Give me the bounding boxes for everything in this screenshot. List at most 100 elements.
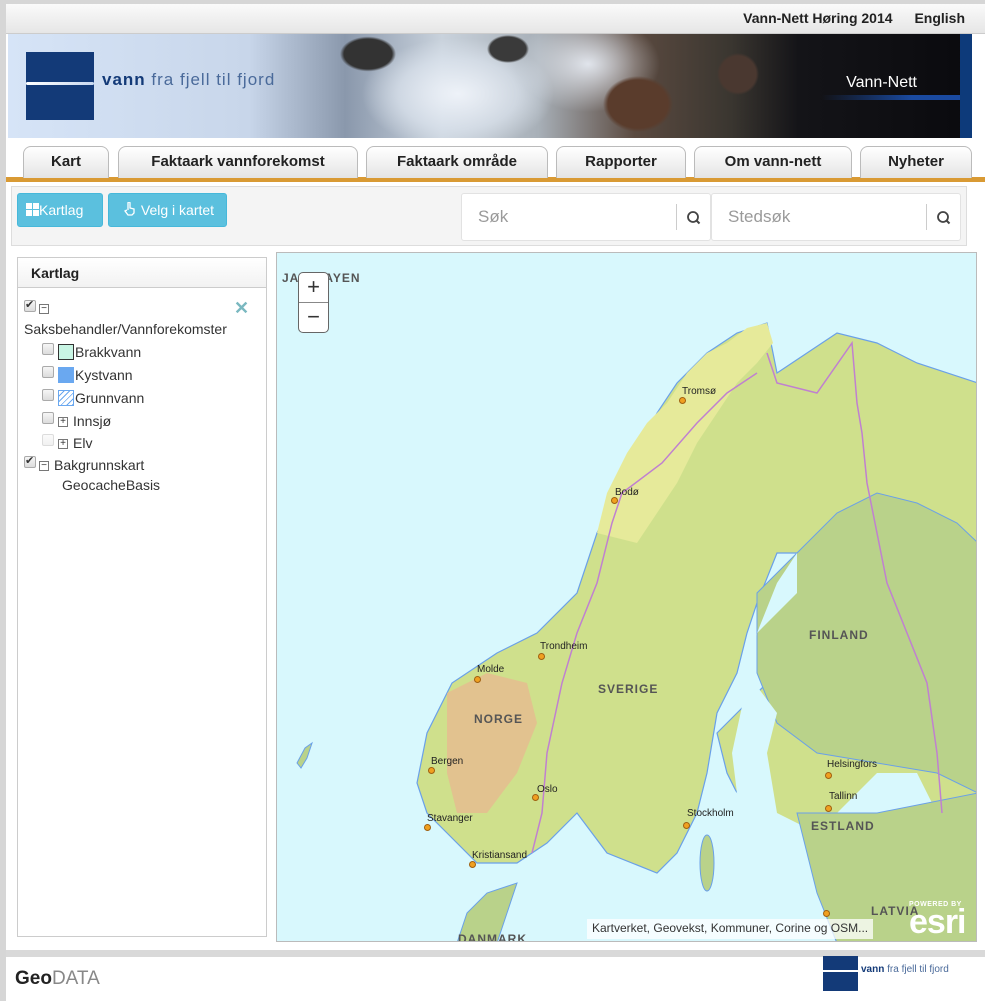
geodata-rest: DATA <box>51 968 100 989</box>
layer-label-kystvann: Kystvann <box>75 367 133 383</box>
top-bar: Vann-Nett Høring 2014 English <box>6 4 985 34</box>
layer-checkbox-kystvann[interactable] <box>42 366 54 378</box>
city-marker[interactable] <box>474 676 481 683</box>
city-marker[interactable] <box>424 824 431 831</box>
city-label-kristiansand: Kristiansand <box>472 850 528 861</box>
remove-layer-icon[interactable]: ✕ <box>234 298 249 319</box>
zoom-out-button[interactable]: − <box>299 303 328 333</box>
city-marker[interactable] <box>538 653 545 660</box>
collapse-icon[interactable]: − <box>39 304 49 314</box>
land-gotland <box>699 834 715 892</box>
layer-checkbox-brakkvann[interactable] <box>42 343 54 355</box>
geodata-logo: GeoDATA <box>15 968 100 990</box>
expand-icon[interactable]: + <box>58 417 68 427</box>
layer-label-grunnvann: Grunnvann <box>75 390 145 406</box>
title-underline <box>822 95 972 100</box>
group-checkbox-bakgrunnskart[interactable] <box>24 454 36 468</box>
zoom-in-button[interactable]: + <box>299 273 328 303</box>
city-label-trondheim: Trondheim <box>540 641 588 652</box>
city-label-bergen: Bergen <box>431 756 464 767</box>
search-box <box>461 193 711 241</box>
footer-tag-rest: fra fjell til fjord <box>884 964 949 975</box>
tab-kart[interactable]: Kart <box>23 146 109 178</box>
search-button[interactable] <box>680 206 708 230</box>
footer-tagline: vann fra fjell til fjord <box>861 964 949 975</box>
layer-label-elv: Elv <box>73 435 93 451</box>
label-estland: ESTLAND <box>811 819 875 833</box>
layers-panel: Kartlag − ✕ Saksbehandler/Vannforekomste… <box>17 257 267 937</box>
layers-panel-title: Kartlag <box>18 258 266 288</box>
kartlag-button-label: Kartlag <box>39 202 84 218</box>
place-search-box <box>711 193 961 241</box>
collapse-icon[interactable]: − <box>39 461 49 471</box>
site-title: Vann-Nett <box>846 74 917 91</box>
top-links: Vann-Nett Høring 2014 English <box>725 10 965 26</box>
city-marker[interactable] <box>532 794 539 801</box>
place-search-button[interactable] <box>930 206 958 230</box>
search-icon <box>937 211 951 225</box>
banner-tagline: vann fra fjell til fjord <box>102 70 275 90</box>
layer-checkbox-innsjo[interactable] <box>42 412 54 424</box>
header-banner: vann fra fjell til fjord Vann-Nett <box>8 34 972 138</box>
label-norge: NORGE <box>474 712 524 726</box>
basemap <box>296 322 976 941</box>
hoering-link[interactable]: Vann-Nett Høring 2014 <box>743 10 892 26</box>
layer-checkbox-grunnvann[interactable] <box>42 389 54 401</box>
city-marker[interactable] <box>469 861 476 868</box>
city-label-helsingfors: Helsingfors <box>827 759 878 770</box>
brakkvann-swatch-icon <box>58 344 74 360</box>
grunnvann-swatch-icon <box>58 390 74 406</box>
layer-checkbox-elv[interactable] <box>42 434 54 446</box>
place-search-separator <box>926 204 927 230</box>
zoom-control: + − <box>298 272 329 333</box>
tab-faktaark-omrade[interactable]: Faktaark område <box>366 146 548 178</box>
city-label-tallinn: Tallinn <box>829 791 858 802</box>
layer-label-geocachebasis: GeocacheBasis <box>62 477 161 493</box>
english-link[interactable]: English <box>914 10 965 26</box>
city-marker[interactable] <box>823 910 830 917</box>
esri-wordmark: esri <box>909 903 966 941</box>
city-label-tromso: Tromsø <box>682 386 717 397</box>
pointer-hand-icon <box>124 201 135 216</box>
velg-button-label: Velg i kartet <box>140 202 215 218</box>
land-shetland <box>296 741 313 769</box>
footer-tag-bold: vann <box>861 964 885 975</box>
city-marker[interactable] <box>825 805 832 812</box>
tab-om-vann-nett[interactable]: Om vann-nett <box>694 146 852 178</box>
label-finland: FINLAND <box>809 628 869 642</box>
tab-faktaark-vannforekomst[interactable]: Faktaark vannforekomst <box>118 146 358 178</box>
page: Vann-Nett Høring 2014 English vann fra f… <box>0 0 985 1001</box>
group-label-saksbehandler: Saksbehandler/Vannforekomster <box>24 321 227 337</box>
search-separator <box>676 204 677 230</box>
grid-icon <box>26 203 39 216</box>
city-marker[interactable] <box>428 767 435 774</box>
expand-icon[interactable]: + <box>58 439 68 449</box>
place-search-input[interactable] <box>712 194 926 240</box>
city-marker[interactable] <box>679 397 686 404</box>
layer-label-brakkvann: Brakkvann <box>75 344 142 360</box>
geodata-bold: Geo <box>15 968 52 989</box>
city-marker[interactable] <box>825 772 832 779</box>
city-marker[interactable] <box>611 497 618 504</box>
main-nav: Kart Faktaark vannforekomst Faktaark omr… <box>6 138 985 182</box>
kartlag-button[interactable]: Kartlag <box>17 193 103 227</box>
tab-rapporter[interactable]: Rapporter <box>556 146 686 178</box>
waterfall-image <box>308 34 828 138</box>
city-label-bodo: Bodø <box>615 487 639 498</box>
tagline-rest: fra fjell til fjord <box>145 70 276 89</box>
kystvann-swatch-icon <box>58 367 74 383</box>
toolbar: Kartlag Velg i kartet <box>11 186 967 246</box>
map-view[interactable]: JAN MAYEN NORGE SVERIGE FINLAND ESTLAND … <box>276 252 977 942</box>
city-marker[interactable] <box>683 822 690 829</box>
vann-logo-icon <box>26 52 94 120</box>
group-checkbox-saksbehandler[interactable] <box>24 298 36 312</box>
search-input[interactable] <box>462 194 676 240</box>
esri-logo[interactable]: POWERED BY esri <box>909 901 966 941</box>
footer-vann-logo-icon <box>823 956 858 991</box>
city-label-molde: Molde <box>477 664 505 675</box>
tagline-bold: vann <box>102 70 146 89</box>
label-danmark: DANMARK <box>458 932 527 942</box>
city-label-stockholm: Stockholm <box>687 808 734 819</box>
velg-i-kartet-button[interactable]: Velg i kartet <box>108 193 227 227</box>
tab-nyheter[interactable]: Nyheter <box>860 146 972 178</box>
